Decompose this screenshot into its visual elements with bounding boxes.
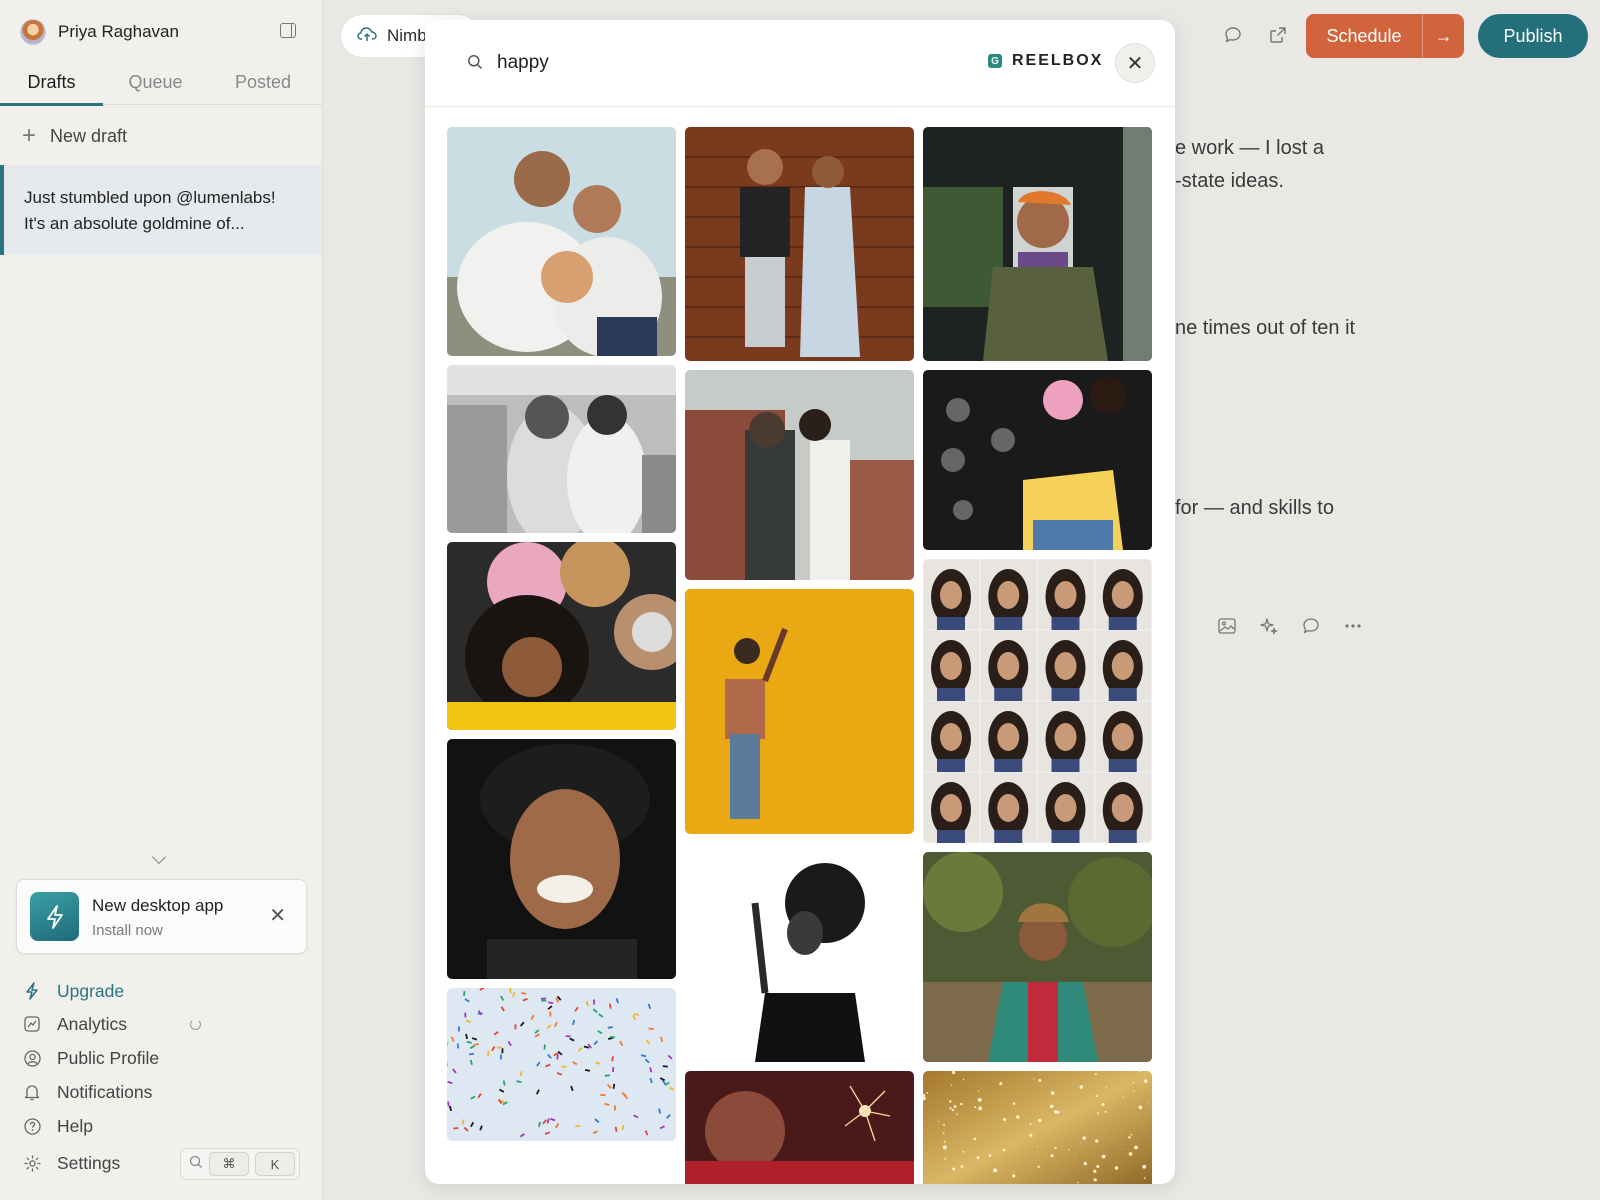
tab-posted[interactable]: Posted: [208, 60, 318, 105]
modal-header: G REELBOX ✕: [425, 20, 1175, 107]
sidebar-toggle-icon[interactable]: [280, 23, 296, 38]
editor-text-line[interactable]: -state ideas.: [1175, 170, 1284, 193]
image-result[interactable]: [685, 843, 914, 1062]
draft-preview-line: It's an absolute goldmine of...: [24, 214, 245, 233]
image-result[interactable]: [923, 370, 1152, 550]
draft-list-item[interactable]: Just stumbled upon @lumenlabs! It's an a…: [0, 165, 322, 255]
brand-name: REELBOX: [1012, 52, 1104, 69]
search-icon: [189, 1155, 203, 1174]
gear-icon: [22, 1153, 42, 1173]
image-result[interactable]: [685, 589, 914, 834]
tab-drafts[interactable]: Drafts: [0, 60, 103, 106]
image-result[interactable]: [685, 1071, 914, 1184]
help-icon: [22, 1116, 42, 1136]
image-result[interactable]: [447, 365, 676, 533]
comment-icon[interactable]: [1302, 617, 1320, 635]
publish-button[interactable]: Publish: [1478, 14, 1588, 58]
nav-item-help[interactable]: Help: [22, 1113, 93, 1139]
image-result[interactable]: [447, 127, 676, 356]
user-name: Priya Raghavan: [58, 22, 179, 41]
media-search-modal: G REELBOX ✕: [425, 20, 1175, 1184]
chart-icon: [22, 1014, 42, 1034]
image-result[interactable]: [923, 1071, 1152, 1184]
brand-logo-icon: G: [988, 54, 1002, 68]
draft-preview-line: Just stumbled upon @lumenlabs!: [24, 188, 276, 207]
bolt-icon: [22, 981, 42, 1001]
chevron-down-icon[interactable]: [151, 849, 167, 865]
comment-icon[interactable]: [1224, 26, 1242, 44]
image-result[interactable]: [923, 852, 1152, 1062]
image-result[interactable]: [923, 559, 1152, 843]
nav-item-public-profile[interactable]: Public Profile: [22, 1045, 159, 1071]
nav-label: Settings: [57, 1152, 121, 1173]
bolt-icon: [30, 892, 79, 941]
close-icon[interactable]: ✕: [269, 906, 286, 926]
nav-label: Notifications: [57, 1081, 153, 1102]
editor-text-line[interactable]: for — and skills to: [1175, 497, 1334, 520]
user-row[interactable]: Priya Raghavan: [20, 17, 302, 47]
image-results-grid: [447, 127, 1153, 1184]
schedule-label: Schedule: [1326, 25, 1402, 46]
new-draft-button[interactable]: + New draft: [22, 122, 127, 150]
search-icon: [467, 54, 483, 70]
nav-item-notifications[interactable]: Notifications: [22, 1079, 152, 1105]
command-search-button[interactable]: ⌘ K: [180, 1148, 300, 1180]
new-draft-label: New draft: [50, 125, 128, 146]
sparkle-icon[interactable]: [1260, 617, 1278, 635]
nav-label: Public Profile: [57, 1047, 160, 1068]
nav-label: Upgrade: [57, 980, 125, 1001]
bell-icon: [22, 1082, 42, 1102]
plus-icon: +: [22, 122, 37, 149]
loading-spinner-icon: [190, 1019, 201, 1030]
cloud-upload-icon: [357, 26, 377, 47]
editor-text-line[interactable]: e work — I lost a: [1175, 137, 1324, 160]
provider-brand: G REELBOX: [988, 52, 1103, 70]
document-title: Nimb: [387, 26, 427, 45]
install-card-title: New desktop app: [92, 896, 224, 915]
shortcut-key-mod: ⌘: [209, 1152, 249, 1176]
schedule-button[interactable]: Schedule →: [1306, 14, 1464, 58]
install-card-subtitle: Install now: [92, 922, 163, 939]
nav-item-analytics[interactable]: Analytics: [22, 1011, 127, 1037]
shortcut-key-k: K: [255, 1152, 295, 1176]
arrow-right-icon[interactable]: →: [1422, 14, 1464, 58]
editor-text-line[interactable]: ne times out of ten it: [1175, 317, 1355, 340]
sidebar: Priya Raghavan Drafts Queue Posted + New…: [0, 0, 323, 1200]
nav-label: Help: [57, 1115, 93, 1136]
image-result[interactable]: [447, 542, 676, 730]
nav-item-settings[interactable]: Settings: [22, 1150, 120, 1176]
post-toolbar: [1218, 617, 1362, 635]
image-result[interactable]: [447, 988, 676, 1141]
nav-label: Analytics: [57, 1013, 128, 1034]
image-result[interactable]: [447, 739, 676, 979]
avatar: [20, 19, 46, 45]
image-icon[interactable]: [1218, 617, 1236, 635]
more-icon[interactable]: [1344, 617, 1362, 635]
nav-item-upgrade[interactable]: Upgrade: [22, 978, 124, 1004]
draft-tabs: Drafts Queue Posted: [0, 60, 323, 106]
user-circle-icon: [22, 1048, 42, 1068]
image-result[interactable]: [685, 127, 914, 361]
install-app-card[interactable]: New desktop app Install now ✕: [16, 879, 307, 954]
image-result[interactable]: [923, 127, 1152, 361]
media-search-input[interactable]: [497, 48, 897, 78]
tab-queue[interactable]: Queue: [103, 60, 208, 105]
image-result[interactable]: [685, 370, 914, 580]
close-modal-button[interactable]: ✕: [1115, 43, 1155, 83]
external-link-icon[interactable]: [1269, 26, 1287, 44]
